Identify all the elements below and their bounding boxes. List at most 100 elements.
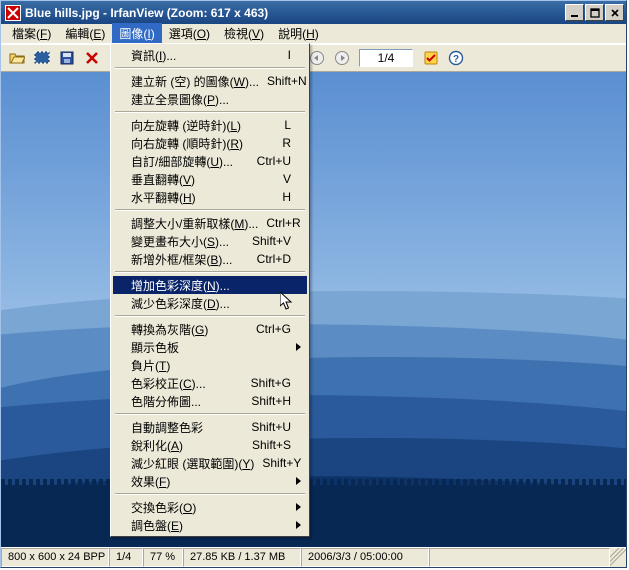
status-empty: [429, 548, 610, 567]
menu-item-label: 減少色彩深度(D)...: [131, 295, 291, 312]
menu-bar[interactable]: 檔案(F)編輯(E)圖像(I)選項(O)檢視(V)說明(H): [1, 24, 626, 44]
menu-item-label: 向右旋轉 (順時針)(R): [131, 135, 274, 152]
menu-o[interactable]: 選項(O): [162, 23, 217, 44]
displayed-image: [1, 72, 626, 547]
menu-item[interactable]: 自動調整色彩Shift+U: [113, 418, 307, 436]
menu-item-label: 轉換為灰階(G): [131, 321, 248, 338]
application-window: Blue hills.jpg - IrfanView (Zoom: 617 x …: [0, 0, 627, 568]
menu-item-shortcut: Ctrl+R: [266, 216, 300, 230]
menu-separator: [115, 493, 305, 495]
menu-separator: [115, 315, 305, 317]
menu-item[interactable]: 變更畫布大小(S)... Shift+V: [113, 232, 307, 250]
menu-item-label: 負片(T): [131, 357, 291, 374]
menu-item[interactable]: 減少紅眼 (選取範圍)(Y) Shift+Y: [113, 454, 307, 472]
save-button[interactable]: [55, 47, 78, 69]
menu-item-shortcut: I: [288, 48, 291, 62]
slideshow-button[interactable]: [30, 47, 53, 69]
menu-item[interactable]: 顯示色板: [113, 338, 307, 356]
menu-item-label: 交換色彩(O): [131, 499, 291, 516]
menu-item-label: 調整大小/重新取樣(M)...: [131, 215, 258, 232]
app-icon: [5, 5, 21, 21]
menu-item-label: 自動調整色彩: [131, 419, 243, 436]
menu-item[interactable]: 向右旋轉 (順時針)(R) R: [113, 134, 307, 152]
menu-item-label: 建立全景圖像(P)...: [131, 91, 291, 108]
menu-item-label: 資訊(I)...: [131, 47, 280, 64]
status-datetime: 2006/3/3 / 05:00:00: [301, 548, 429, 567]
resize-grip[interactable]: [610, 548, 626, 567]
svg-text:?: ?: [452, 54, 458, 65]
menu-item-label: 效果(F): [131, 473, 291, 490]
menu-item[interactable]: 減少色彩深度(D)...: [113, 294, 307, 312]
menu-item[interactable]: 增加色彩深度(N)...: [113, 276, 307, 294]
menu-item[interactable]: 建立全景圖像(P)...: [113, 90, 307, 108]
menu-separator: [115, 67, 305, 69]
menu-e[interactable]: 編輯(E): [58, 23, 112, 44]
close-button[interactable]: [605, 4, 624, 21]
menu-item[interactable]: 交換色彩(O): [113, 498, 307, 516]
menu-item[interactable]: 垂直翻轉(V) V: [113, 170, 307, 188]
open-button[interactable]: [5, 47, 28, 69]
menu-f[interactable]: 檔案(F): [5, 23, 58, 44]
menu-image-dropdown[interactable]: 資訊(I)... I 建立新 (空) 的圖像(W)... Shift+N 建立全景圖像(…: [110, 43, 310, 537]
menu-item[interactable]: 資訊(I)... I: [113, 46, 307, 64]
menu-item-label: 新增外框/框架(B)...: [131, 251, 249, 268]
menu-item-label: 水平翻轉(H): [131, 189, 274, 206]
menu-item-shortcut: Shift+V: [252, 234, 291, 248]
menu-item[interactable]: 水平翻轉(H) H: [113, 188, 307, 206]
menu-item-shortcut: Shift+H: [251, 394, 291, 408]
minimize-button[interactable]: [565, 4, 584, 21]
delete-button[interactable]: [80, 47, 103, 69]
menu-item-shortcut: R: [282, 136, 291, 150]
menu-item-label: 增加色彩深度(N)...: [131, 277, 291, 294]
menu-item[interactable]: 色階分佈圖... Shift+H: [113, 392, 307, 410]
menu-item-label: 色階分佈圖...: [131, 393, 243, 410]
image-canvas[interactable]: [1, 72, 626, 547]
menu-item[interactable]: 調整大小/重新取樣(M)... Ctrl+R: [113, 214, 307, 232]
menu-item-shortcut: Ctrl+U: [257, 154, 291, 168]
menu-item-label: 自訂/細部旋轉(U)...: [131, 153, 249, 170]
menu-item-shortcut: Shift+Y: [262, 456, 301, 470]
menu-separator: [115, 271, 305, 273]
toolbar: 1/4 ?: [1, 44, 626, 72]
menu-item-shortcut: V: [283, 172, 291, 186]
menu-item-shortcut: H: [282, 190, 291, 204]
menu-item[interactable]: 向左旋轉 (逆時針)(L) L: [113, 116, 307, 134]
menu-item-shortcut: Ctrl+D: [257, 252, 291, 266]
menu-item-label: 垂直翻轉(V): [131, 171, 275, 188]
menu-h[interactable]: 說明(H): [271, 23, 326, 44]
options-button[interactable]: [419, 47, 442, 69]
next-page-button[interactable]: [330, 47, 353, 69]
menu-item[interactable]: 自訂/細部旋轉(U)... Ctrl+U: [113, 152, 307, 170]
menu-item[interactable]: 效果(F): [113, 472, 307, 490]
menu-item[interactable]: 調色盤(E): [113, 516, 307, 534]
menu-separator: [115, 413, 305, 415]
menu-v[interactable]: 檢視(V): [217, 23, 271, 44]
menu-item-shortcut: L: [284, 118, 291, 132]
menu-item-label: 減少紅眼 (選取範圍)(Y): [131, 455, 254, 472]
menu-item-shortcut: Ctrl+G: [256, 322, 291, 336]
menu-separator: [115, 111, 305, 113]
help-button[interactable]: ?: [444, 47, 467, 69]
menu-item-shortcut: Shift+N: [267, 74, 307, 88]
menu-item[interactable]: 新增外框/框架(B)... Ctrl+D: [113, 250, 307, 268]
menu-item-label: 向左旋轉 (逆時針)(L): [131, 117, 276, 134]
menu-item-label: 色彩校正(C)...: [131, 375, 243, 392]
menu-item-label: 建立新 (空) 的圖像(W)...: [131, 73, 259, 90]
status-page: 1/4: [109, 548, 143, 567]
menu-item-label: 調色盤(E): [131, 517, 291, 534]
menu-item-label: 變更畫布大小(S)...: [131, 233, 244, 250]
page-indicator[interactable]: 1/4: [359, 49, 413, 67]
status-filesize: 27.85 KB / 1.37 MB: [183, 548, 301, 567]
maximize-button[interactable]: [585, 4, 604, 21]
status-zoom: 77 %: [143, 548, 183, 567]
menu-item[interactable]: 色彩校正(C)... Shift+G: [113, 374, 307, 392]
menu-item[interactable]: 轉換為灰階(G) Ctrl+G: [113, 320, 307, 338]
menu-item[interactable]: 負片(T): [113, 356, 307, 374]
menu-item[interactable]: 建立新 (空) 的圖像(W)... Shift+N: [113, 72, 307, 90]
menu-item-shortcut: Shift+S: [252, 438, 291, 452]
menu-item[interactable]: 銳利化(A)Shift+S: [113, 436, 307, 454]
title-bar[interactable]: Blue hills.jpg - IrfanView (Zoom: 617 x …: [1, 1, 626, 24]
menu-i[interactable]: 圖像(I): [112, 23, 161, 44]
menu-item-shortcut: Shift+G: [251, 376, 291, 390]
status-bar: 800 x 600 x 24 BPP 1/4 77 % 27.85 KB / 1…: [1, 547, 626, 567]
